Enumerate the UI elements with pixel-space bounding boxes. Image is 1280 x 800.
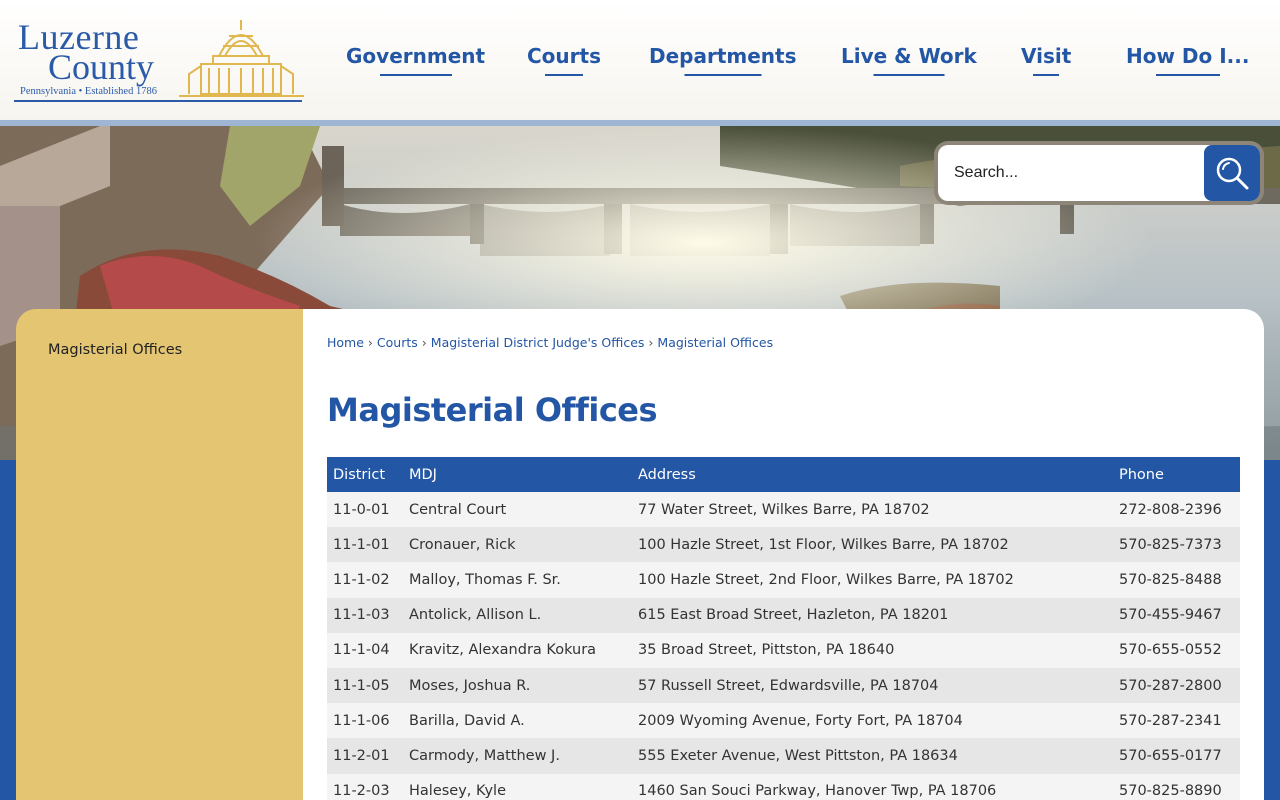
table-row: 11-0-01 Central Court 77 Water Street, W… bbox=[327, 492, 1240, 528]
breadcrumb: Home › Courts › Magisterial District Judge's… bbox=[327, 335, 773, 350]
cell-mdj: Antolick, Allison L. bbox=[403, 597, 632, 633]
cell-mdj: Barilla, David A. bbox=[403, 703, 632, 739]
nav-live-work[interactable]: Live & Work bbox=[841, 44, 977, 80]
cell-mdj: Carmody, Matthew J. bbox=[403, 738, 632, 774]
table-row: 11-2-03 Halesey, Kyle 1460 San Souci Par… bbox=[327, 773, 1240, 800]
cell-phone: 570-455-9467 bbox=[1113, 597, 1240, 633]
cell-mdj: Moses, Joshua R. bbox=[403, 667, 632, 704]
breadcrumb-separator: › bbox=[421, 335, 427, 350]
breadcrumb-separator: › bbox=[367, 335, 373, 350]
cell-phone: 570-825-8890 bbox=[1113, 773, 1240, 800]
nav-underline bbox=[1155, 74, 1220, 76]
nav-courts[interactable]: Courts bbox=[527, 44, 601, 80]
breadcrumb-magisterial-offices[interactable]: Magisterial Offices bbox=[657, 335, 773, 350]
cell-district: 11-2-03 bbox=[327, 773, 403, 800]
nav-underline bbox=[1033, 74, 1060, 76]
table-row: 11-2-01 Carmody, Matthew J. 555 Exeter A… bbox=[327, 738, 1240, 774]
breadcrumb-courts[interactable]: Courts bbox=[377, 335, 418, 350]
courthouse-dome-icon bbox=[179, 20, 304, 97]
table-header-row: District MDJ Address Phone bbox=[327, 457, 1240, 492]
cell-mdj: Central Court bbox=[403, 492, 632, 528]
table-row: 11-1-06 Barilla, David A. 2009 Wyoming A… bbox=[327, 703, 1240, 739]
cell-district: 11-1-06 bbox=[327, 703, 403, 739]
search-input[interactable] bbox=[938, 145, 1204, 201]
breadcrumb-mdj-offices[interactable]: Magisterial District Judge's Offices bbox=[431, 335, 645, 350]
nav-government[interactable]: Government bbox=[346, 44, 485, 80]
table-row: 11-1-04 Kravitz, Alexandra Kokura 35 Bro… bbox=[327, 632, 1240, 668]
main-nav: Government Courts Departments Live & Wor… bbox=[330, 44, 1260, 84]
nav-departments[interactable]: Departments bbox=[649, 44, 797, 80]
cell-address: 555 Exeter Avenue, West Pittston, PA 186… bbox=[632, 738, 1113, 774]
cell-address: 2009 Wyoming Avenue, Forty Fort, PA 1870… bbox=[632, 703, 1113, 739]
table-row: 11-1-03 Antolick, Allison L. 615 East Br… bbox=[327, 597, 1240, 633]
nav-visit[interactable]: Visit bbox=[1021, 44, 1071, 80]
nav-label: Departments bbox=[649, 44, 797, 68]
table-row: 11-1-01 Cronauer, Rick 100 Hazle Street,… bbox=[327, 527, 1240, 563]
cell-phone: 272-808-2396 bbox=[1113, 492, 1240, 528]
magisterial-offices-table: District MDJ Address Phone 11-0-01 Centr… bbox=[327, 457, 1240, 800]
search-box bbox=[934, 141, 1264, 205]
search-button[interactable] bbox=[1204, 145, 1260, 201]
cell-address: 35 Broad Street, Pittston, PA 18640 bbox=[632, 632, 1113, 668]
cell-district: 11-0-01 bbox=[327, 492, 403, 528]
nav-label: Courts bbox=[527, 44, 601, 68]
nav-label: Government bbox=[346, 44, 486, 68]
site-header: Luzerne County Pennsylvania • Establishe… bbox=[0, 0, 1280, 120]
nav-how-do-i[interactable]: How Do I... bbox=[1126, 44, 1249, 80]
county-logo[interactable]: Luzerne County Pennsylvania • Establishe… bbox=[14, 14, 304, 106]
cell-address: 57 Russell Street, Edwardsville, PA 1870… bbox=[632, 667, 1113, 704]
search-icon bbox=[1216, 157, 1249, 190]
logo-subtitle: Pennsylvania • Established 1786 bbox=[20, 86, 157, 97]
cell-address: 100 Hazle Street, 2nd Floor, Wilkes Barr… bbox=[632, 562, 1113, 598]
nav-underline bbox=[544, 74, 583, 76]
nav-underline bbox=[379, 74, 452, 76]
cell-mdj: Halesey, Kyle bbox=[403, 773, 632, 800]
cell-phone: 570-287-2341 bbox=[1113, 703, 1240, 739]
cell-district: 11-1-04 bbox=[327, 632, 403, 668]
breadcrumb-separator: › bbox=[648, 335, 654, 350]
nav-underline bbox=[684, 74, 762, 76]
cell-mdj: Cronauer, Rick bbox=[403, 527, 632, 563]
column-header-address: Address bbox=[632, 457, 1113, 492]
search-inner bbox=[938, 145, 1260, 201]
cell-phone: 570-825-8488 bbox=[1113, 562, 1240, 598]
cell-phone: 570-655-0177 bbox=[1113, 738, 1240, 774]
page-title: Magisterial Offices bbox=[327, 391, 658, 429]
cell-district: 11-1-01 bbox=[327, 527, 403, 563]
cell-district: 11-2-01 bbox=[327, 738, 403, 774]
cell-phone: 570-287-2800 bbox=[1113, 667, 1240, 704]
sidebar-item-magisterial-offices[interactable]: Magisterial Offices bbox=[48, 342, 182, 358]
logo-wordmark: Luzerne County bbox=[18, 19, 154, 85]
breadcrumb-home[interactable]: Home bbox=[327, 335, 364, 350]
cell-phone: 570-825-7373 bbox=[1113, 527, 1240, 563]
sidebar: Magisterial Offices bbox=[16, 309, 303, 800]
logo-underline bbox=[14, 100, 302, 102]
nav-label: How Do I... bbox=[1126, 44, 1250, 68]
cell-address: 77 Water Street, Wilkes Barre, PA 18702 bbox=[632, 492, 1113, 528]
cell-district: 11-1-05 bbox=[327, 667, 403, 704]
table-row: 11-1-02 Malloy, Thomas F. Sr. 100 Hazle … bbox=[327, 562, 1240, 598]
nav-label: Visit bbox=[1021, 44, 1072, 68]
cell-address: 1460 San Souci Parkway, Hanover Twp, PA … bbox=[632, 773, 1113, 800]
cell-address: 100 Hazle Street, 1st Floor, Wilkes Barr… bbox=[632, 527, 1113, 563]
nav-label: Live & Work bbox=[841, 44, 977, 68]
cell-district: 11-1-03 bbox=[327, 597, 403, 633]
cell-mdj: Kravitz, Alexandra Kokura bbox=[403, 632, 632, 668]
column-header-phone: Phone bbox=[1113, 457, 1240, 492]
column-header-mdj: MDJ bbox=[403, 457, 632, 492]
cell-district: 11-1-02 bbox=[327, 562, 403, 598]
main-content: Home › Courts › Magisterial District Judge's… bbox=[303, 309, 1264, 800]
column-header-district: District bbox=[327, 457, 403, 492]
cell-mdj: Malloy, Thomas F. Sr. bbox=[403, 562, 632, 598]
nav-underline bbox=[873, 74, 945, 76]
cell-address: 615 East Broad Street, Hazleton, PA 1820… bbox=[632, 597, 1113, 633]
cell-phone: 570-655-0552 bbox=[1113, 632, 1240, 668]
table-row: 11-1-05 Moses, Joshua R. 57 Russell Stre… bbox=[327, 667, 1240, 704]
